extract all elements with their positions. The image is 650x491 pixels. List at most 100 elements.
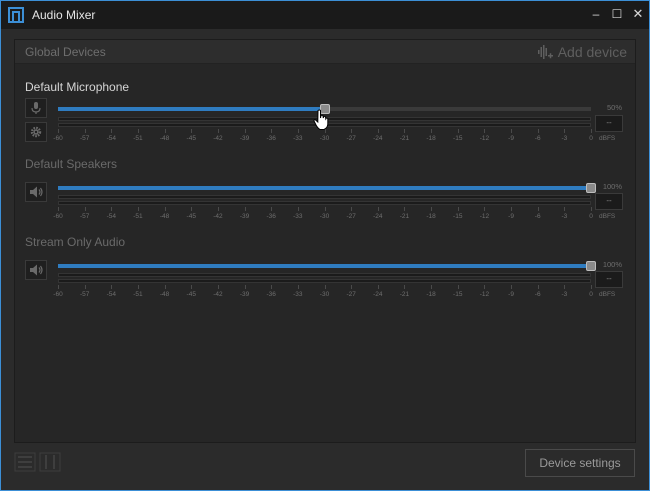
tick-label: -33 xyxy=(293,291,303,298)
gear-icon xyxy=(30,126,42,138)
tick-mark xyxy=(217,285,219,289)
mute-stream-audio-button[interactable] xyxy=(25,260,47,280)
meter-bar-left xyxy=(58,273,591,277)
tick-label: -57 xyxy=(79,135,90,142)
volume-slider-fill xyxy=(58,107,325,111)
tick-label: -21 xyxy=(399,135,410,142)
app-logo-icon xyxy=(8,7,24,23)
tick-mark xyxy=(271,207,273,211)
tick-mark xyxy=(271,129,273,133)
tick-mark xyxy=(591,285,592,289)
tick-mark xyxy=(484,207,486,211)
meter-bar-right xyxy=(58,279,591,283)
panel-header: Global Devices Add device xyxy=(15,40,635,64)
tick-label: -15 xyxy=(453,213,463,220)
tick-mark xyxy=(164,129,166,133)
tick-mark xyxy=(137,129,139,133)
tick-label: -60 xyxy=(53,291,63,298)
panel-title: Global Devices xyxy=(25,45,106,59)
level-readout: -- xyxy=(595,271,623,288)
tick-label: -24 xyxy=(373,291,383,298)
close-button[interactable]: ✕ xyxy=(629,5,647,23)
volume-slider-handle[interactable] xyxy=(586,183,596,193)
tick-mark xyxy=(511,129,513,133)
tick-mark xyxy=(591,129,592,133)
volume-slider[interactable] xyxy=(58,183,596,193)
mute-speakers-button[interactable] xyxy=(25,182,47,202)
dbfs-unit-label: dBFS xyxy=(599,213,616,220)
tick-label: -21 xyxy=(399,213,410,220)
dbfs-unit-label: dBFS xyxy=(599,291,616,298)
tick-mark xyxy=(271,285,273,289)
tick-label: -36 xyxy=(266,135,276,142)
tick-mark xyxy=(191,285,193,289)
list-view-icon[interactable] xyxy=(14,452,36,472)
minimize-button[interactable]: – xyxy=(587,5,605,23)
tick-mark xyxy=(564,129,566,133)
title-bar[interactable]: Audio Mixer – ☐ ✕ xyxy=(1,1,649,29)
level-readout: -- xyxy=(595,193,623,210)
volume-percent: 100% xyxy=(602,260,622,269)
tick-mark xyxy=(217,129,219,133)
tick-mark xyxy=(484,129,486,133)
tick-label: -45 xyxy=(186,213,196,220)
tick-mark xyxy=(191,129,193,133)
tick-label: -30 xyxy=(319,135,330,142)
mute-microphone-button[interactable] xyxy=(25,98,47,118)
tick-label: -24 xyxy=(373,135,383,142)
tick-mark xyxy=(58,207,59,211)
tick-label: -27 xyxy=(346,291,356,298)
tick-label: -36 xyxy=(266,291,276,298)
tick-mark xyxy=(431,207,433,211)
volume-slider[interactable] xyxy=(58,261,596,271)
tick-label: -36 xyxy=(266,213,276,220)
tick-mark xyxy=(564,285,566,289)
tick-label: -51 xyxy=(133,135,143,142)
tick-mark xyxy=(404,207,406,211)
tick-label: -60 xyxy=(53,135,63,142)
tick-label: -57 xyxy=(79,213,90,220)
tick-label: -42 xyxy=(213,135,223,142)
device-settings-button[interactable]: Device settings xyxy=(525,449,635,477)
tick-mark xyxy=(84,285,86,289)
tick-mark xyxy=(58,129,59,133)
tick-label: -9 xyxy=(508,291,514,298)
column-view-icon[interactable] xyxy=(39,452,61,472)
volume-slider-handle[interactable] xyxy=(586,261,596,271)
tick-mark xyxy=(111,285,113,289)
tick-mark xyxy=(511,207,513,211)
tick-label: 0 xyxy=(589,135,593,142)
tick-label: -42 xyxy=(213,213,223,220)
tick-label: -42 xyxy=(213,291,223,298)
tick-mark xyxy=(537,207,539,211)
tick-label: -3 xyxy=(561,135,568,142)
tick-label: -18 xyxy=(426,135,436,142)
tick-mark xyxy=(537,129,539,133)
device-name: Default Microphone xyxy=(25,80,130,94)
meter-bar-right xyxy=(58,201,591,205)
tick-label: -9 xyxy=(508,213,514,220)
tick-label: -48 xyxy=(159,213,170,220)
tick-mark xyxy=(351,285,353,289)
tick-mark xyxy=(191,207,193,211)
tick-mark xyxy=(377,207,379,211)
add-device-button[interactable]: Add device xyxy=(537,42,627,62)
tick-labels: -60 -57 -54 -51 -48 -45 -42 -39 -36 -33 -30 -27 -24-… xyxy=(53,291,593,301)
volume-percent: 100% xyxy=(602,182,622,191)
tick-label: -6 xyxy=(534,291,541,298)
tick-label: -3 xyxy=(561,213,568,220)
tick-label: -12 xyxy=(479,213,490,220)
tick-label: -39 xyxy=(239,135,250,142)
tick-label: -6 xyxy=(534,213,541,220)
level-readout: -- xyxy=(595,115,623,132)
tick-mark xyxy=(244,285,246,289)
microphone-settings-button[interactable] xyxy=(25,122,47,142)
tick-mark xyxy=(324,207,326,211)
tick-mark xyxy=(58,285,59,289)
tick-mark xyxy=(457,207,459,211)
tick-mark xyxy=(351,129,353,133)
tick-labels: -60 -57 -54 -51 -48 -45 -42 -39 -36 -33 -30 -27 -24-… xyxy=(53,135,593,145)
tick-label: -57 xyxy=(79,291,90,298)
tick-mark xyxy=(244,207,246,211)
maximize-button[interactable]: ☐ xyxy=(608,5,626,23)
